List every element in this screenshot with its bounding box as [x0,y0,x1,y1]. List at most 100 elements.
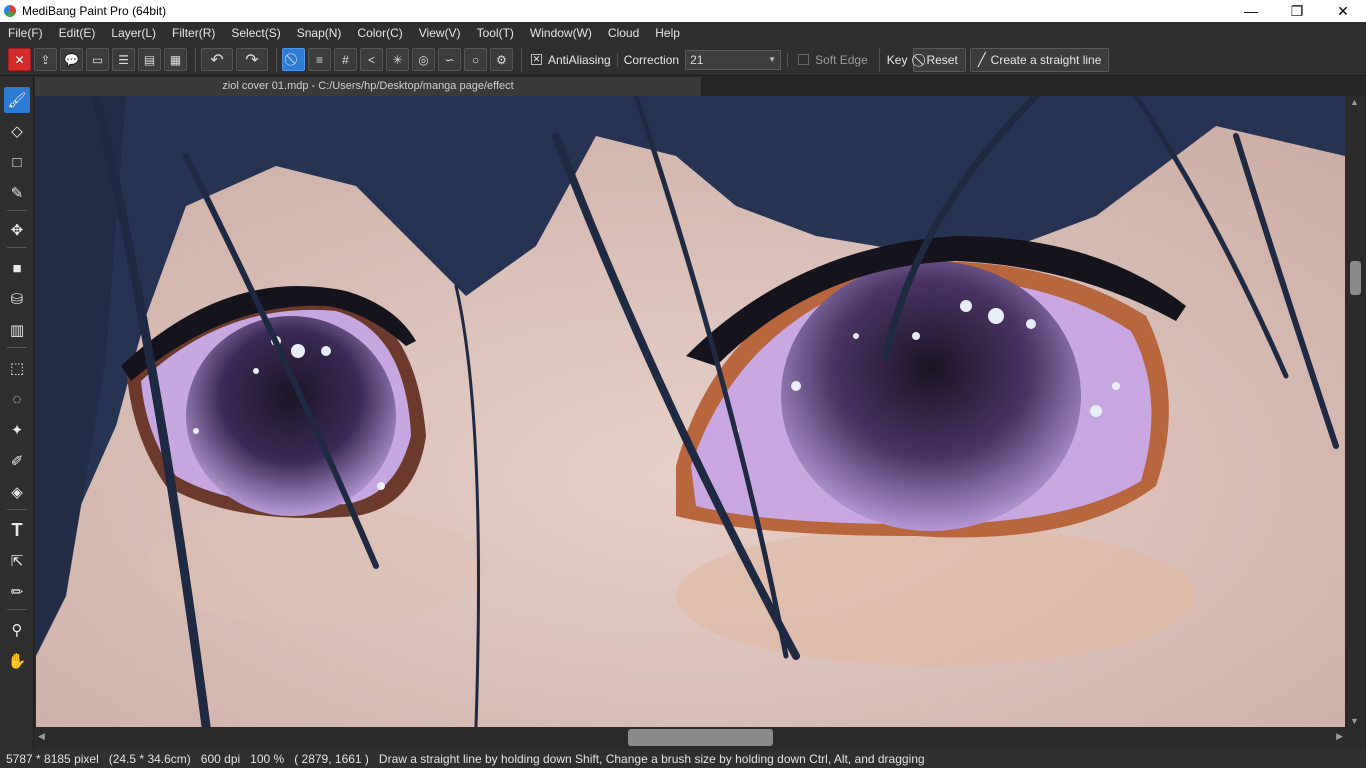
menu-bar: File(F) Edit(E) Layer(L) Filter(R) Selec… [0,22,1366,44]
document-tab-bar: ziol cover 01.mdp - C:/Users/hp/Desktop/… [35,77,1366,96]
correction-select[interactable]: 21 ▼ [685,49,782,70]
straight-line-label: Create a straight line [990,52,1102,67]
concentric-snap-icon[interactable]: ◎ [412,48,435,71]
fill-shape-tool-icon[interactable]: ■ [4,255,30,281]
status-bar: 5787 * 8185 pixel (24.5 * 34.6cm) 600 dp… [0,749,1366,768]
horizontal-scroll-thumb[interactable] [628,729,773,746]
tool-divider [7,247,27,248]
menu-help[interactable]: Help [647,22,688,44]
page-icon[interactable]: ☰ [112,48,135,71]
toolbar-divider [195,47,196,72]
menu-snap[interactable]: Snap(N) [289,22,350,44]
circle-snap-icon[interactable]: ○ [464,48,487,71]
chevron-down-icon: ▼ [768,55,777,64]
tool-divider [7,509,27,510]
scroll-right-icon[interactable]: ▶ [1336,731,1343,742]
radial-snap-icon[interactable]: ✳ [386,48,409,71]
menu-select[interactable]: Select(S) [223,22,288,44]
status-dpi: 600 dpi [200,751,241,766]
select-eraser-tool-icon[interactable]: ◈ [4,479,30,505]
speech-bubble-icon[interactable]: 💬 [60,48,83,71]
perspective-snap-icon[interactable]: < [360,48,383,71]
magic-wand-tool-icon[interactable]: ✦ [4,417,30,443]
scroll-left-icon[interactable]: ◀ [38,731,45,742]
close-button[interactable]: ✕ [1320,0,1366,22]
gradient-tool-icon[interactable]: ▥ [4,317,30,343]
toolbar-divider [521,47,522,72]
app-logo-icon [4,5,16,17]
menu-cloud[interactable]: Cloud [600,22,647,44]
bucket-tool-icon[interactable]: ⛁ [4,286,30,312]
menu-edit[interactable]: Edit(E) [51,22,104,44]
minimize-button[interactable]: — [1228,0,1274,22]
brush-tool-icon[interactable]: 🖌 [4,87,30,113]
status-hint: Draw a straight line by holding down Shi… [378,751,925,766]
soft-edge-label: Soft Edge [815,52,868,67]
discard-icon[interactable]: ✕ [8,48,31,71]
redo-icon[interactable]: ↷ [236,48,268,71]
undo-icon[interactable]: ↶ [201,48,233,71]
scroll-up-icon[interactable]: ▲ [1350,97,1359,107]
status-cursor-position: ( 2879, 1661 ) [294,751,369,766]
layer-settings-icon[interactable]: ▦ [164,48,187,71]
dot-brush-tool-icon[interactable]: ✎ [4,180,30,206]
window-controls: — ❐ ✕ [1228,0,1366,22]
key-label: Key [886,52,908,67]
select-tool-icon[interactable]: ⬚ [4,355,30,381]
document-tab[interactable]: ziol cover 01.mdp - C:/Users/hp/Desktop/… [35,77,701,96]
toolbar-divider [878,47,880,72]
window-title: MediBang Paint Pro (64bit) [22,4,167,18]
grid-snap-icon[interactable]: # [334,48,357,71]
menu-tool[interactable]: Tool(T) [469,22,522,44]
menu-file[interactable]: File(F) [0,22,51,44]
lasso-tool-icon[interactable]: ◌ [4,386,30,412]
title-bar: MediBang Paint Pro (64bit) — ❐ ✕ [0,0,1366,22]
antialiasing-checkbox[interactable]: ✕ [531,54,542,65]
status-physical-size: (24.5 * 34.6cm) [108,751,191,766]
divide-tool-icon[interactable]: ✏ [4,579,30,605]
reset-button[interactable]: ⃠ Reset [913,47,966,72]
shape-tool-icon[interactable]: □ [4,149,30,175]
artwork-eyes-closeup [36,96,1345,727]
reset-label: Reset [926,52,958,67]
select-pen-tool-icon[interactable]: ✐ [4,448,30,474]
main-toolbar: ✕ ⇪ 💬 ▭ ☰ ▤ ▦ ↶ ↷ ⃠ ≡ # < ✳ ◎ ∽ ○ ⚙ ✕ An… [0,44,1366,76]
curve-snap-icon[interactable]: ∽ [438,48,461,71]
menu-window[interactable]: Window(W) [522,22,600,44]
export-icon[interactable]: ⇪ [34,48,57,71]
correction-label: Correction [623,52,680,67]
toolbar-divider [616,52,618,67]
soft-edge-checkbox[interactable] [798,54,810,65]
parallel-snap-icon[interactable]: ≡ [308,48,331,71]
move-tool-icon[interactable]: ✥ [4,217,30,243]
menu-view[interactable]: View(V) [411,22,469,44]
tool-divider [7,347,27,348]
page-manager-icon[interactable]: ▤ [138,48,161,71]
comment-icon[interactable]: ▭ [86,48,109,71]
operation-tool-icon[interactable]: ⇱ [4,548,30,574]
snap-off-icon[interactable]: ⃠ [282,48,305,71]
text-tool-icon[interactable]: T [4,517,30,543]
snap-settings-icon[interactable]: ⚙ [490,48,513,71]
scroll-down-icon[interactable]: ▼ [1350,716,1359,726]
drawing-canvas[interactable] [36,96,1345,727]
restore-button[interactable]: ❐ [1274,0,1320,22]
vertical-scroll-thumb[interactable] [1350,261,1361,295]
tool-panel: 🖌 ◇ □ ✎ ✥ ■ ⛁ ▥ ⬚ ◌ ✦ ✐ ◈ T ⇱ ✏ ⚲ ✋ [0,77,34,749]
eyedropper-tool-icon[interactable]: ⚲ [4,617,30,643]
vertical-scrollbar[interactable]: ▲ ▼ [1345,96,1366,727]
status-image-size: 5787 * 8185 pixel [6,751,99,766]
toolbar-divider [787,52,789,67]
pencil-line-icon: ╱ [977,51,986,67]
menu-color[interactable]: Color(C) [349,22,410,44]
tool-divider [7,210,27,211]
menu-layer[interactable]: Layer(L) [103,22,164,44]
eraser-tool-icon[interactable]: ◇ [4,118,30,144]
horizontal-scrollbar[interactable]: ◀ ▶ [36,727,1345,748]
menu-filter[interactable]: Filter(R) [164,22,223,44]
antialiasing-label: AntiAliasing [548,52,611,67]
straight-line-button[interactable]: ╱ Create a straight line [969,47,1110,72]
correction-value: 21 [690,52,704,67]
toolbar-divider [276,47,277,72]
hand-tool-icon[interactable]: ✋ [4,648,30,674]
